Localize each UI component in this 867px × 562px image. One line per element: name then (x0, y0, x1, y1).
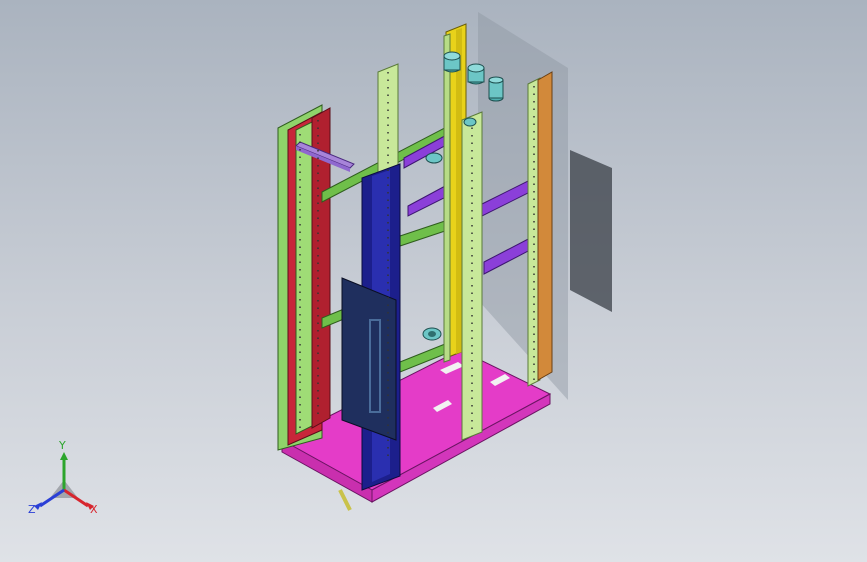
side-panel-shadow (570, 150, 612, 312)
cabinet-model-view[interactable] (0, 0, 867, 562)
spring-fastener-1[interactable] (443, 51, 461, 73)
y-axis-label: Y (59, 439, 66, 452)
spring-fastener-6[interactable] (463, 117, 477, 127)
post-yellow-side[interactable] (456, 28, 462, 354)
post-orange[interactable] (537, 71, 553, 381)
spring-fastener-5[interactable] (422, 327, 442, 341)
cad-viewport[interactable]: Y X Z (0, 0, 867, 562)
z-axis-label: Z (28, 503, 36, 516)
leveling-foot (338, 489, 352, 511)
orientation-triad[interactable]: Y X Z (24, 440, 104, 524)
post-light-green-rear[interactable] (443, 33, 451, 363)
spring-fastener-3[interactable] (488, 76, 504, 102)
spring-fastener-4[interactable] (425, 152, 443, 164)
x-axis-label: X (90, 503, 98, 516)
left-frame-green-inner[interactable] (295, 121, 313, 435)
spring-fastener-2[interactable] (467, 63, 485, 85)
